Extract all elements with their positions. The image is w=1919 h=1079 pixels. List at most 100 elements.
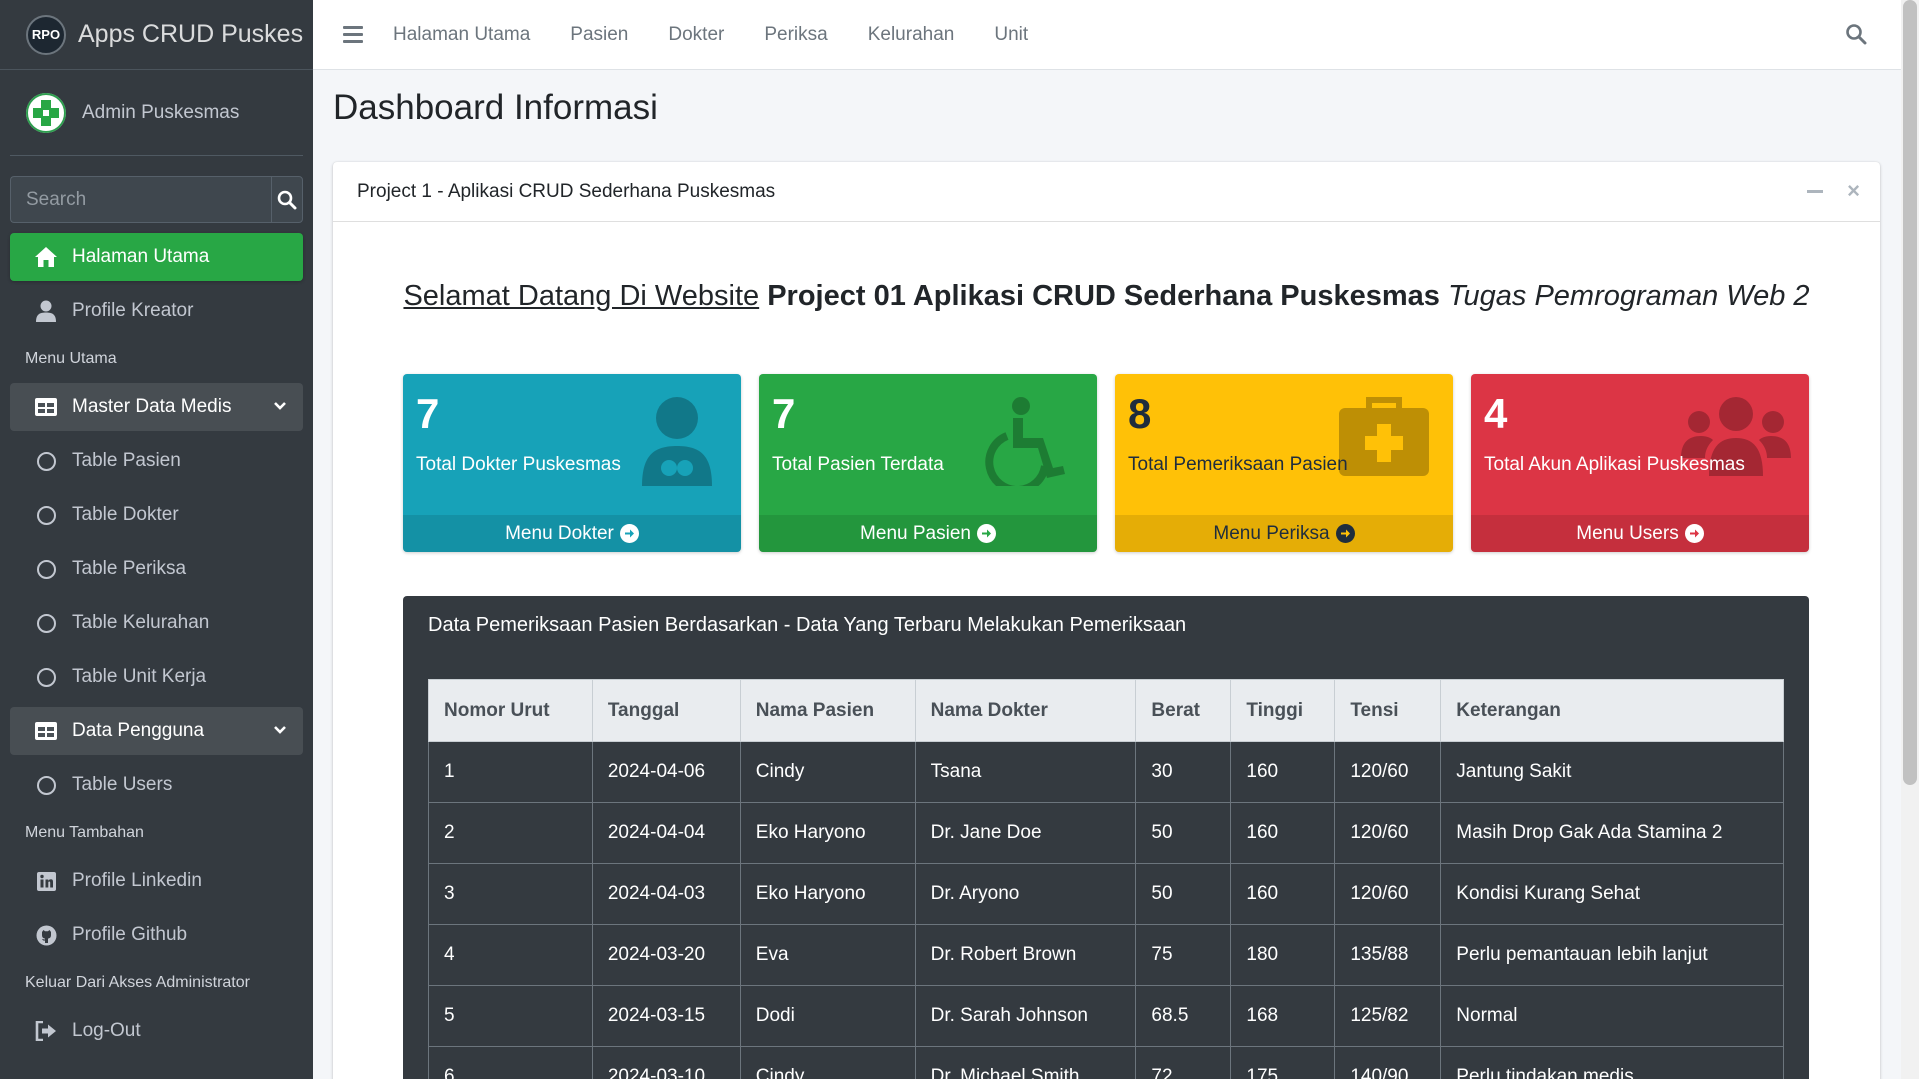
- card-tools: ×: [1807, 180, 1860, 202]
- stat-value: 7: [416, 390, 440, 437]
- table-cell: Perlu pemantauan lebih lanjut: [1440, 924, 1784, 986]
- table-cell: Eko Haryono: [739, 863, 916, 925]
- sidebar-item-data-pengguna[interactable]: Data Pengguna: [10, 707, 303, 755]
- close-icon[interactable]: ×: [1847, 180, 1860, 202]
- table-cell: Eko Haryono: [739, 802, 916, 864]
- circle-icon: [36, 559, 56, 579]
- doctor-icon: [637, 396, 717, 491]
- scrollbar-thumb[interactable]: [1903, 0, 1917, 785]
- sidebar-item-label: Table Users: [72, 774, 173, 795]
- stat-box-link[interactable]: Menu Periksa: [1115, 515, 1453, 552]
- sidebar-item-table-periksa[interactable]: Table Periksa: [10, 545, 303, 593]
- column-header[interactable]: Berat: [1135, 679, 1232, 742]
- sidebar-item-table-users[interactable]: Table Users: [10, 761, 303, 809]
- stat-link-label: Menu Dokter: [505, 522, 614, 544]
- topnav-link-pasien[interactable]: Pasien: [570, 24, 628, 46]
- search-icon: [277, 190, 297, 209]
- sidebar-item-logout[interactable]: Log-Out: [10, 1007, 303, 1055]
- search-icon: [1846, 24, 1867, 45]
- sidebar-search-input[interactable]: [10, 176, 271, 223]
- arrow-circle-right-icon: [1684, 524, 1704, 543]
- stat-value: 8: [1128, 390, 1152, 437]
- card-title: Project 1 - Aplikasi CRUD Sederhana Pusk…: [357, 180, 776, 202]
- circle-icon: [36, 451, 56, 471]
- welcome-bold-text: Project 01 Aplikasi CRUD Sederhana Puske…: [767, 280, 1440, 312]
- table-cell: 140/90: [1334, 1046, 1442, 1079]
- circle-icon: [36, 775, 56, 795]
- topnav-link-kelurahan[interactable]: Kelurahan: [868, 24, 955, 46]
- navbar-search-button[interactable]: [1845, 23, 1867, 50]
- chevron-down-icon: [273, 721, 287, 743]
- arrow-circle-right-icon: [976, 524, 996, 543]
- table-cell: 2024-04-03: [591, 863, 741, 925]
- column-header[interactable]: Nama Pasien: [739, 679, 916, 742]
- table-cell: 2024-03-10: [591, 1046, 741, 1079]
- table-cell: Dr. Aryono: [914, 863, 1137, 925]
- sidebar-item-label: Table Pasien: [72, 450, 181, 471]
- chevron-down-icon: [273, 397, 287, 419]
- circle-icon: [36, 505, 56, 525]
- home-icon: [34, 245, 58, 269]
- stat-link-label: Menu Periksa: [1213, 522, 1330, 544]
- sidebar-item-linkedin[interactable]: Profile Linkedin: [10, 857, 303, 905]
- table-cell: 6: [428, 1046, 593, 1079]
- sidebar-item-table-pasien[interactable]: Table Pasien: [10, 437, 303, 485]
- card-header: Project 1 - Aplikasi CRUD Sederhana Pusk…: [333, 162, 1880, 222]
- sidebar-item-table-kelurahan[interactable]: Table Kelurahan: [10, 599, 303, 647]
- sidebar-item-label: Halaman Utama: [72, 246, 210, 267]
- brand-link[interactable]: RPO Apps CRUD Puskes: [0, 0, 313, 70]
- stat-box-dokter: 7 Total Dokter Puskesmas Menu Dokter: [403, 374, 741, 552]
- nav-header-main: Menu Utama: [25, 350, 117, 367]
- column-header[interactable]: Tensi: [1334, 679, 1442, 742]
- column-header[interactable]: Nomor Urut: [428, 679, 593, 742]
- welcome-italic-text: Tugas Pemrograman Web 2: [1447, 280, 1810, 312]
- sidebar-item-master-data[interactable]: Master Data Medis: [10, 383, 303, 431]
- welcome-link[interactable]: Selamat Datang Di Website: [403, 280, 759, 312]
- table-cell: Dodi: [739, 985, 916, 1047]
- table-cell: 160: [1230, 741, 1336, 803]
- table-cell: 4: [428, 924, 593, 986]
- column-header[interactable]: Tinggi: [1230, 679, 1336, 742]
- top-nav-links: Halaman Utama Pasien Dokter Periksa Kelu…: [393, 24, 1068, 46]
- sidebar-item-github[interactable]: Profile Github: [10, 911, 303, 959]
- minimize-icon[interactable]: [1807, 190, 1824, 193]
- column-header[interactable]: Tanggal: [591, 679, 741, 742]
- table-cell: 180: [1230, 924, 1336, 986]
- topnav-link-periksa[interactable]: Periksa: [764, 24, 827, 46]
- user-name[interactable]: Admin Puskesmas: [82, 102, 239, 124]
- stat-box-link[interactable]: Menu Pasien: [759, 515, 1097, 552]
- nav-header-logout: Keluar Dari Akses Administrator: [25, 974, 250, 991]
- page-scrollbar[interactable]: [1901, 0, 1919, 1079]
- sidebar-item-label: Table Dokter: [72, 504, 179, 525]
- sidebar-search: [10, 176, 303, 223]
- table-cell: 2024-03-20: [591, 924, 741, 986]
- table-cell: 5: [428, 985, 593, 1047]
- sidebar-item-profile[interactable]: Profile Kreator: [10, 287, 303, 335]
- stat-box-users: 4 Total Akun Aplikasi Puskesmas Menu Use…: [1471, 374, 1809, 552]
- sidebar-item-table-dokter[interactable]: Table Dokter: [10, 491, 303, 539]
- table-cell: Dr. Jane Doe: [914, 802, 1137, 864]
- sidebar-search-button[interactable]: [271, 176, 303, 223]
- column-header[interactable]: Nama Dokter: [914, 679, 1137, 742]
- table-cell: Perlu tindakan medis: [1440, 1046, 1784, 1079]
- table-cell: Tsana: [914, 741, 1137, 803]
- table-cell: Normal: [1440, 985, 1784, 1047]
- stat-link-label: Menu Pasien: [860, 522, 971, 544]
- stat-box-link[interactable]: Menu Dokter: [403, 515, 741, 552]
- sidebar-item-home[interactable]: Halaman Utama: [10, 233, 303, 281]
- table-row: 2 2024-04-04 Eko Haryono Dr. Jane Doe 50…: [428, 802, 1784, 864]
- table-cell: 3: [428, 863, 593, 925]
- sidebar-item-label: Profile Github: [72, 924, 188, 945]
- topnav-link-home[interactable]: Halaman Utama: [393, 24, 530, 46]
- sidebar-item-label: Log-Out: [72, 1020, 141, 1041]
- sidebar-item-table-unit[interactable]: Table Unit Kerja: [10, 653, 303, 701]
- examination-table-card: Data Pemeriksaan Pasien Berdasarkan - Da…: [403, 596, 1809, 1079]
- column-header[interactable]: Keterangan: [1440, 679, 1784, 742]
- topnav-link-dokter[interactable]: Dokter: [668, 24, 724, 46]
- table-row: 5 2024-03-15 Dodi Dr. Sarah Johnson 68.5…: [428, 985, 1784, 1047]
- stat-value: 7: [772, 390, 796, 437]
- stat-label: Total Pasien Terdata: [772, 454, 944, 475]
- hamburger-menu-icon[interactable]: [343, 26, 363, 43]
- topnav-link-unit[interactable]: Unit: [994, 24, 1028, 46]
- stat-box-link[interactable]: Menu Users: [1471, 515, 1809, 552]
